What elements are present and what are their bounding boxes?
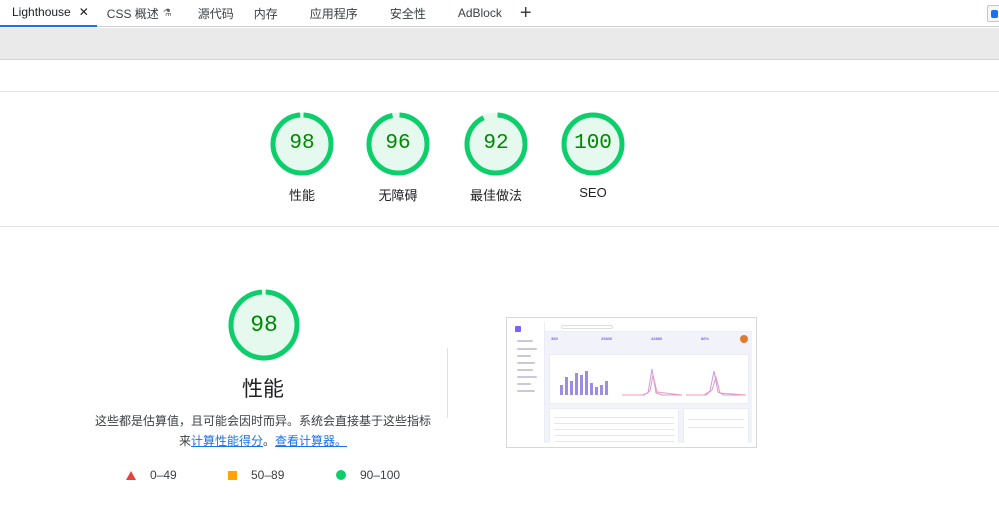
legend-label: 50–89 <box>251 468 285 482</box>
view-calculator-link[interactable]: 查看计算器。 <box>275 434 347 448</box>
gauge-ring: 98 <box>269 111 335 177</box>
tab-memory[interactable]: 内存 <box>244 0 288 27</box>
performance-score-value: 98 <box>250 312 278 338</box>
tab-sources[interactable]: 源代码 <box>188 0 244 27</box>
flask-icon: ⚗ <box>162 7 172 19</box>
thumbnail-stat: 389 <box>551 336 558 341</box>
thumbnail-header <box>545 322 752 332</box>
tab-label: CSS 概述 <box>106 6 159 21</box>
thumbnail-logo <box>515 326 521 332</box>
score-label: 性能 <box>288 188 315 203</box>
tab-label: 安全性 <box>389 6 426 21</box>
score-value: 96 <box>385 132 411 155</box>
tab-css-overview[interactable]: CSS 概述 ⚗ <box>97 0 182 27</box>
score-value: 92 <box>483 132 509 155</box>
divider <box>0 91 999 92</box>
calculate-score-link[interactable]: 计算性能得分 <box>191 434 263 448</box>
thumbnail-table-card <box>549 408 679 443</box>
thumbnail-canvas: 389 25830 42880 86% <box>511 322 752 443</box>
score-label: 无障碍 <box>378 188 418 203</box>
score-gauge-best-practices[interactable]: 92 最佳做法 <box>455 111 537 204</box>
tab-lighthouse[interactable]: Lighthouse ✕ <box>0 0 97 27</box>
tab-label: 内存 <box>253 6 278 21</box>
thumbnail-chart-card <box>549 354 749 404</box>
tab-application[interactable]: 应用程序 <box>300 0 368 27</box>
score-value: 100 <box>574 132 612 155</box>
tab-label: 源代码 <box>197 6 234 21</box>
lighthouse-toolbar <box>0 28 999 60</box>
performance-description: 这些都是估算值，且可能会因时而异。系统会直接基于这些指标来计算性能得分。查看计算… <box>95 411 431 451</box>
legend-fail: 0–49 <box>126 468 177 482</box>
divider <box>447 348 448 418</box>
score-value: 98 <box>289 132 315 155</box>
thumbnail-stat: 86% <box>701 336 710 341</box>
description-separator: 。 <box>263 434 276 448</box>
score-gauge-seo[interactable]: 100 SEO <box>555 111 631 200</box>
score-gauge-accessibility[interactable]: 96 无障碍 <box>360 111 436 204</box>
tab-label: 应用程序 <box>309 6 358 21</box>
add-tab-icon[interactable]: + <box>520 0 532 27</box>
legend-pass: 90–100 <box>336 468 400 482</box>
legend-label: 0–49 <box>150 468 177 482</box>
devtools-tab-bar: Lighthouse ✕ CSS 概述 ⚗ 源代码 内存 应用程序 安全性 Ad… <box>0 0 999 27</box>
score-label: 最佳做法 <box>469 188 522 203</box>
legend-average: 50–89 <box>228 468 284 482</box>
thumbnail-stat: 25830 <box>601 336 613 341</box>
thumbnail-list-card <box>683 408 749 443</box>
thumbnail-stat: 42880 <box>651 336 663 341</box>
performance-title: 性能 <box>242 378 284 401</box>
gauge-ring: 100 <box>560 111 626 177</box>
thumbnail-avatar <box>740 335 748 343</box>
thumbnail-sidebar <box>511 322 545 443</box>
page-screenshot-thumbnail[interactable]: 389 25830 42880 86% <box>506 317 757 448</box>
tab-adblock[interactable]: AdBlock <box>448 0 512 27</box>
square-icon <box>228 470 237 480</box>
tab-label: AdBlock <box>457 6 502 20</box>
score-label: SEO <box>579 185 607 200</box>
tab-label: Lighthouse <box>12 5 71 19</box>
triangle-icon <box>126 470 136 480</box>
legend-label: 90–100 <box>360 468 401 482</box>
gauge-ring: 96 <box>365 111 431 177</box>
divider <box>0 226 999 227</box>
gauge-ring: 92 <box>463 111 529 177</box>
performance-score-gauge: 98 <box>227 288 301 362</box>
thumbnail-search <box>561 325 613 329</box>
circle-icon <box>336 470 346 480</box>
score-gauge-performance[interactable]: 98 性能 <box>264 111 340 204</box>
tab-security[interactable]: 安全性 <box>380 0 436 27</box>
settings-icon[interactable] <box>987 5 999 22</box>
close-icon[interactable]: ✕ <box>79 5 89 19</box>
